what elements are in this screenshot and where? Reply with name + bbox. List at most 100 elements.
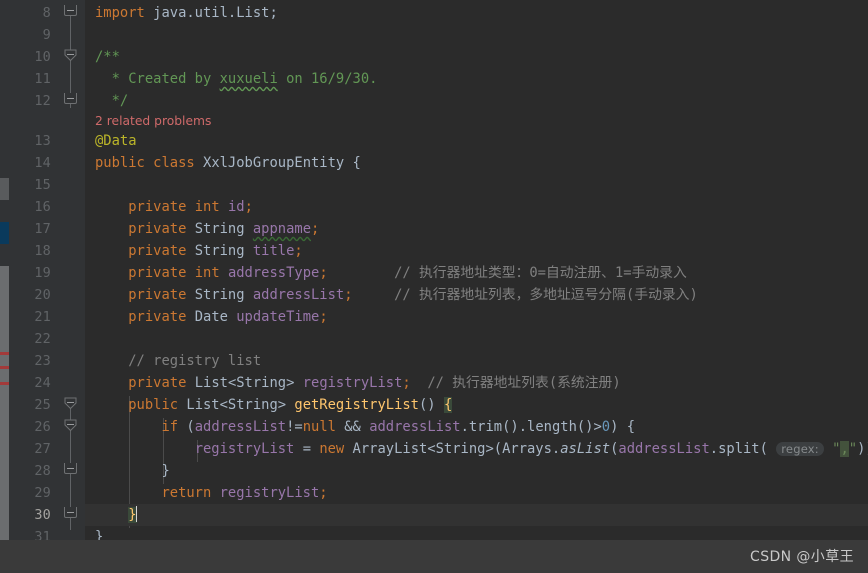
token-keyword-private: private bbox=[128, 309, 187, 325]
line-number: 18 bbox=[34, 243, 51, 259]
token-type-string: String bbox=[194, 287, 245, 303]
code-line-27[interactable]: registryList = new ArrayList<String>(Arr… bbox=[85, 438, 868, 460]
related-problems-hint[interactable]: 2 related problems bbox=[85, 112, 868, 130]
line-number: 19 bbox=[34, 265, 51, 281]
token-type-list: List bbox=[186, 397, 220, 413]
token-javadoc-open: /** bbox=[95, 49, 120, 65]
code-folding-gutter[interactable] bbox=[57, 0, 85, 573]
vcs-marker-modified[interactable] bbox=[0, 222, 9, 244]
token-keyword-private: private bbox=[128, 243, 187, 259]
code-line-10[interactable]: /** bbox=[85, 46, 868, 68]
token-annotation-data: @Data bbox=[95, 133, 137, 149]
vcs-marker-deleted-1[interactable] bbox=[0, 352, 9, 355]
line-number: 22 bbox=[34, 331, 51, 347]
code-text-area[interactable]: import java.util.List; /** * Created by … bbox=[85, 0, 868, 573]
token-keyword-private: private bbox=[128, 221, 187, 237]
code-line-15[interactable] bbox=[85, 174, 868, 196]
fold-collapse-javadoc-icon[interactable] bbox=[64, 49, 77, 62]
token-field-addresslist: addressList bbox=[252, 287, 345, 303]
token-field-id: id bbox=[227, 199, 245, 215]
line-number: 12 bbox=[34, 93, 51, 109]
token-field-addresslist: addressList bbox=[194, 419, 287, 435]
line-number-spacer bbox=[9, 112, 57, 130]
token-brace-open: { bbox=[352, 155, 361, 171]
line-number: 8 bbox=[42, 5, 51, 21]
token-type-date: Date bbox=[194, 309, 228, 325]
line-number: 11 bbox=[34, 71, 51, 87]
code-line-9[interactable] bbox=[85, 24, 868, 46]
fold-marker-javadoc-end[interactable] bbox=[64, 93, 77, 104]
line-number-gutter[interactable]: 8 9 10 11 12 13 14 15 16 17 18 19 20 21 … bbox=[9, 0, 57, 573]
token-field-registrylist: registryList bbox=[194, 441, 295, 457]
vcs-change-strip[interactable] bbox=[0, 0, 9, 573]
code-line-20[interactable]: private String addressList; // 执行器地址列表，多… bbox=[85, 284, 868, 306]
token-method-trim: trim bbox=[468, 419, 503, 435]
code-line-18[interactable]: private String title; bbox=[85, 240, 868, 262]
token-javadoc-close: */ bbox=[95, 93, 129, 109]
token-class-name: XxlJobGroupEntity bbox=[203, 155, 345, 171]
token-keyword-int: int bbox=[194, 265, 220, 281]
token-type-arraylist: ArrayList bbox=[352, 441, 428, 457]
code-line-28[interactable]: } bbox=[85, 460, 868, 482]
token-comment-address-list: // 执行器地址列表，多地址逗号分隔(手动录入) bbox=[394, 287, 698, 303]
token-field-registrylist: registryList bbox=[219, 485, 320, 501]
fold-collapse-if-icon[interactable] bbox=[64, 419, 77, 432]
line-number: 20 bbox=[34, 287, 51, 303]
token-type-string: String bbox=[194, 243, 245, 259]
watermark-band bbox=[0, 540, 868, 573]
code-line-12[interactable]: */ bbox=[85, 90, 868, 112]
token-brace-open-highlight: { bbox=[443, 397, 453, 413]
token-keyword-import: import bbox=[95, 5, 145, 21]
token-field-addresslist: addressList bbox=[618, 441, 710, 457]
code-line-16[interactable]: private int id; bbox=[85, 196, 868, 218]
fold-marker-if-end[interactable] bbox=[64, 463, 77, 474]
vcs-marker-unchanged-lower bbox=[0, 266, 9, 573]
token-keyword-null: null bbox=[302, 419, 336, 435]
token-generic-string: <String> bbox=[427, 441, 494, 457]
inlay-hint-regex: regex: bbox=[776, 442, 824, 456]
code-line-17[interactable]: private String appname; bbox=[85, 218, 868, 240]
vcs-marker-unchanged-upper bbox=[0, 178, 9, 200]
code-line-8[interactable]: import java.util.List; bbox=[85, 2, 868, 24]
code-line-21[interactable]: private Date updateTime; bbox=[85, 306, 868, 328]
token-string-comma: "," bbox=[832, 441, 858, 457]
code-line-22[interactable] bbox=[85, 328, 868, 350]
code-line-29[interactable]: return registryList; bbox=[85, 482, 868, 504]
fold-collapse-method-icon[interactable] bbox=[64, 397, 77, 410]
token-comment-registry-sys: // 执行器地址列表(系统注册) bbox=[427, 375, 621, 391]
code-editor[interactable]: 8 9 10 11 12 13 14 15 16 17 18 19 20 21 … bbox=[0, 0, 868, 573]
vcs-marker-deleted-3[interactable] bbox=[0, 382, 9, 385]
code-line-24[interactable]: private List<String> registryList; // 执行… bbox=[85, 372, 868, 394]
vcs-marker-deleted-2[interactable] bbox=[0, 366, 9, 369]
code-line-26[interactable]: if (addressList!=null && addressList.tri… bbox=[85, 416, 868, 438]
token-generic-string: <String> bbox=[227, 375, 295, 391]
line-number: 10 bbox=[34, 49, 51, 65]
token-comment-address-type: // 执行器地址类型：0=自动注册、1=手动录入 bbox=[394, 265, 687, 281]
code-line-13[interactable]: @Data bbox=[85, 130, 868, 152]
token-field-updatetime: updateTime bbox=[236, 309, 320, 325]
code-line-11[interactable]: * Created by xuxueli on 16/9/30. bbox=[85, 68, 868, 90]
code-line-14[interactable]: public class XxlJobGroupEntity { bbox=[85, 152, 868, 174]
fold-marker-import-end[interactable] bbox=[64, 5, 77, 16]
watermark-label: CSDN @小草王 bbox=[750, 549, 854, 565]
code-line-23[interactable]: // registry list bbox=[85, 350, 868, 372]
token-number-zero: 0 bbox=[601, 419, 611, 435]
token-comment-registry-list: // registry list bbox=[128, 353, 262, 369]
fold-marker-method-end[interactable] bbox=[64, 507, 77, 518]
token-javadoc-text-pre: * Created by bbox=[95, 71, 220, 87]
text-caret bbox=[135, 506, 138, 522]
code-line-19[interactable]: private int addressType; // 执行器地址类型：0=自动… bbox=[85, 262, 868, 284]
line-number: 21 bbox=[34, 309, 51, 325]
token-keyword-new: new bbox=[319, 441, 345, 457]
token-keyword-private: private bbox=[128, 287, 187, 303]
token-field-appname: appname bbox=[252, 221, 312, 237]
token-field-title: title bbox=[252, 243, 295, 259]
line-number: 23 bbox=[34, 353, 51, 369]
line-number: 25 bbox=[34, 397, 51, 413]
token-javadoc-text-post: on 16/9/30. bbox=[277, 71, 378, 87]
code-line-25[interactable]: public List<String> getRegistryList() { bbox=[85, 394, 868, 416]
line-number: 24 bbox=[34, 375, 51, 391]
token-field-addresstype: addressType bbox=[227, 265, 320, 281]
code-line-30-current[interactable]: } bbox=[85, 504, 868, 526]
token-keyword-private: private bbox=[128, 265, 187, 281]
